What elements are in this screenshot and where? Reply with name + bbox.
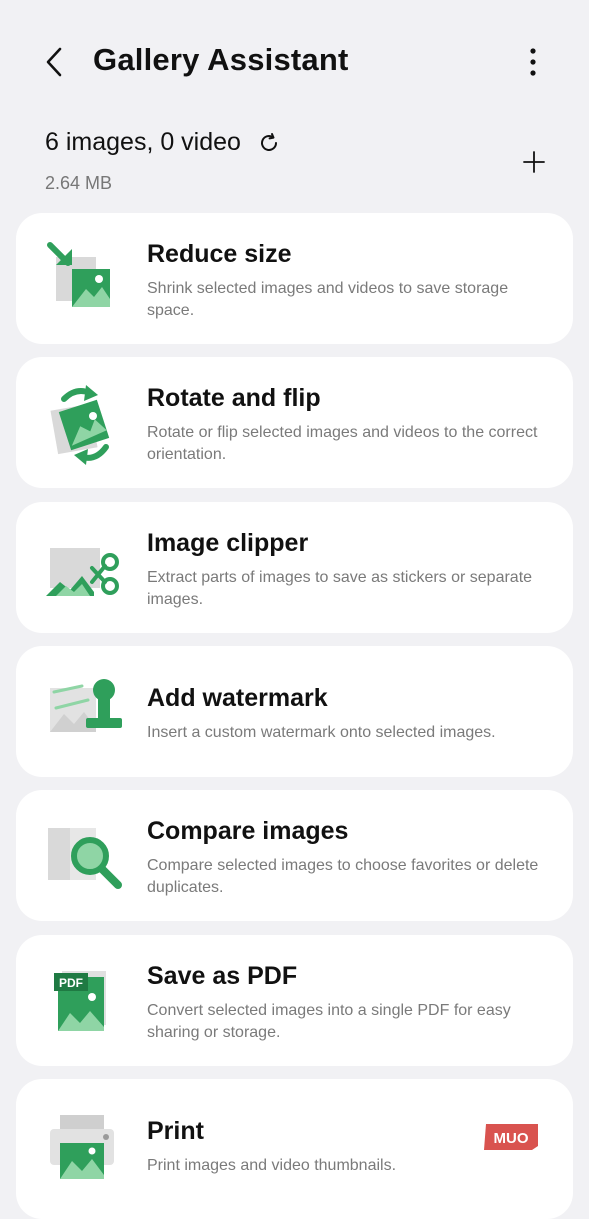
tool-title: Rotate and flip [147, 384, 321, 412]
muo-text: MUO [494, 1130, 529, 1147]
chevron-left-icon [46, 47, 62, 77]
tool-card-reduce-size[interactable]: Reduce size Shrink selected images and v… [16, 213, 573, 344]
tool-title: Print [147, 1117, 204, 1145]
selection-summary: 6 images, 0 video [45, 128, 283, 157]
more-options-button[interactable] [516, 42, 550, 82]
muo-watermark-logo: MUO [482, 1122, 540, 1152]
plus-icon [523, 151, 545, 173]
tool-title: Reduce size [147, 240, 292, 268]
pdf-label: PDF [59, 976, 83, 990]
printer-icon [42, 1103, 126, 1187]
tool-title: Compare images [147, 817, 349, 845]
back-button[interactable] [36, 40, 72, 84]
tool-description: Extract parts of images to save as stick… [147, 569, 533, 608]
rotate-flip-icon [42, 381, 126, 465]
tool-title: Image clipper [147, 529, 309, 557]
image-clipper-icon [42, 526, 126, 610]
tool-description: Compare selected images to choose favori… [147, 857, 539, 896]
tool-description: Shrink selected images and videos to sav… [147, 280, 509, 319]
tool-description: Print images and video thumbnails. [147, 1157, 397, 1174]
app-header: Gallery Assistant [0, 0, 589, 120]
watermark-icon [42, 668, 126, 752]
reduce-size-icon [42, 237, 126, 321]
tool-title: Save as PDF [147, 962, 298, 990]
page-title: Gallery Assistant [93, 42, 349, 77]
selection-counts: 6 images, 0 video [45, 128, 241, 156]
tool-title: Add watermark [147, 684, 328, 712]
tool-description: Insert a custom watermark onto selected … [147, 724, 496, 741]
refresh-icon [260, 132, 277, 151]
refresh-button[interactable] [255, 129, 283, 157]
more-vertical-icon [530, 48, 536, 76]
tool-description: Convert selected images into a single PD… [147, 1002, 511, 1041]
tool-card-save-as-pdf[interactable]: PDF Save as PDF Convert selected images … [16, 935, 573, 1066]
tool-card-image-clipper[interactable]: Image clipper Extract parts of images to… [16, 502, 573, 633]
tool-card-compare-images[interactable]: Compare images Compare selected images t… [16, 790, 573, 921]
add-button[interactable] [516, 144, 552, 180]
pdf-icon: PDF [42, 959, 126, 1043]
tool-description: Rotate or flip selected images and video… [147, 424, 538, 463]
tool-card-add-watermark[interactable]: Add watermark Insert a custom watermark … [16, 646, 573, 777]
compare-images-icon [42, 814, 126, 898]
tool-card-rotate-flip[interactable]: Rotate and flip Rotate or flip selected … [16, 357, 573, 488]
selection-size: 2.64 MB [45, 173, 113, 193]
